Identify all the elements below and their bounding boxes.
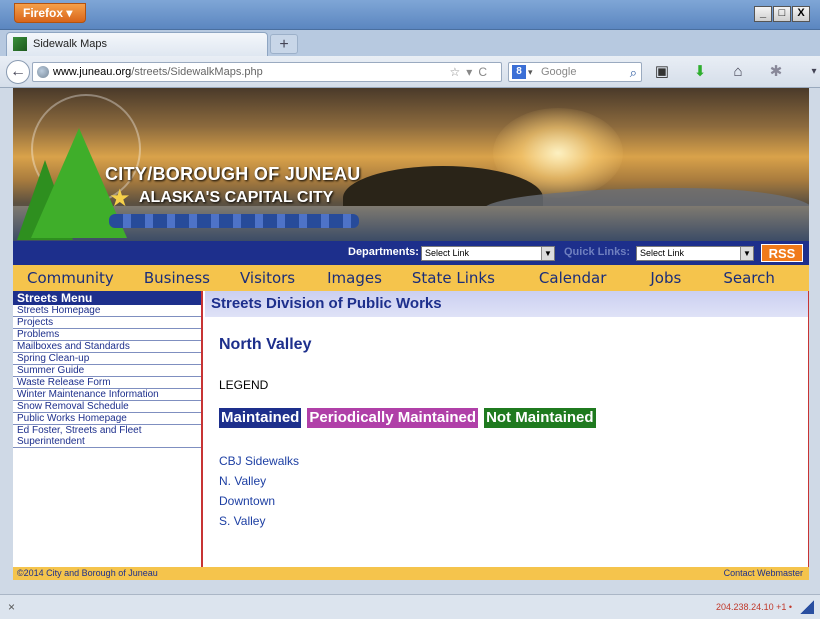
url-host: www.juneau.org — [53, 66, 132, 78]
bookmark-star-icon[interactable]: ☆ — [450, 65, 467, 79]
close-status-icon[interactable]: × — [8, 600, 15, 614]
sidebar-item-mailboxes[interactable]: Mailboxes and Standards — [13, 341, 201, 353]
quick-links-label: Quick Links: — [564, 246, 631, 258]
sidebar-heading: Streets Menu — [13, 291, 201, 305]
sidebar-item-projects[interactable]: Projects — [13, 317, 201, 329]
quick-links-select[interactable]: Select Link ▼ — [636, 246, 754, 261]
legend-tags: Maintained Periodically Maintained Not M… — [219, 408, 596, 428]
toolbar-icons: ▣ ⬇ ⌂ ✱ ▾ — [650, 62, 820, 82]
google-icon[interactable]: 8 — [512, 65, 526, 79]
link-cbj-sidewalks[interactable]: CBJ Sidewalks — [219, 451, 299, 471]
legend-maintained: Maintained — [219, 408, 302, 428]
contact-webmaster-link[interactable]: Contact Webmaster — [724, 567, 803, 580]
banner-title: CITY/BOROUGH OF JUNEAU — [105, 164, 361, 184]
search-bar[interactable]: 8 ▾ Google ⌕ — [508, 62, 642, 82]
juneau-banner: CITY/BOROUGH OF JUNEAU ★ ALASKA'S CAPITA… — [13, 88, 809, 241]
url-bar-icons: ☆▾C — [450, 63, 493, 81]
main-content: Streets Division of Public Works North V… — [205, 291, 809, 567]
tab-bar: Sidewalk Maps + — [0, 30, 820, 56]
back-arrow-icon: ← — [10, 63, 26, 80]
window-controls: _ □ X — [754, 6, 810, 22]
navigation-toolbar: ← www.juneau.org/streets/SidewalkMaps.ph… — [0, 56, 820, 88]
sidebar-item-waste-release[interactable]: Waste Release Form — [13, 377, 201, 389]
nav-calendar[interactable]: Calendar — [539, 265, 606, 291]
page-footer: ©2014 City and Borough of Juneau Contact… — [13, 567, 809, 580]
dropdown-icon[interactable]: ▾ — [466, 65, 478, 79]
legend-periodically-maintained: Periodically Maintained — [307, 408, 479, 428]
search-icon[interactable]: ⌕ — [630, 64, 637, 82]
legend-label: LEGEND — [219, 378, 269, 392]
url-path: /streets/SidewalkMaps.php — [131, 66, 263, 78]
juneau-favicon-icon — [13, 37, 27, 51]
maximize-button[interactable]: □ — [773, 6, 791, 22]
firefox-menu-label: Firefox — [23, 6, 64, 20]
url-bar[interactable]: www.juneau.org/streets/SidewalkMaps.php … — [32, 62, 502, 82]
minimize-button[interactable]: _ — [754, 6, 772, 22]
firefox-menu-button[interactable]: Firefox ▾ — [14, 3, 86, 23]
nav-state-links[interactable]: State Links — [412, 265, 495, 291]
reload-icon[interactable]: C — [478, 65, 493, 79]
download-arrow-icon[interactable]: ⬇ — [688, 62, 712, 82]
map-links: CBJ Sidewalks N. Valley Downtown S. Vall… — [219, 451, 299, 531]
server-ip-status: 204.238.24.10 +1 • — [716, 602, 792, 612]
department-bar: Departments: Select Link ▼ Quick Links: … — [13, 241, 809, 265]
banner-subtitle: ALASKA'S CAPITAL CITY — [139, 189, 334, 206]
logo-wave — [109, 214, 359, 228]
chevron-down-icon: ▼ — [541, 247, 554, 260]
departments-select-value: Select Link — [425, 248, 470, 258]
search-placeholder: Google — [541, 66, 577, 78]
search-engine-dropdown-icon[interactable]: ▾ — [528, 63, 533, 81]
sidebar-item-problems[interactable]: Problems — [13, 329, 201, 341]
page-title: North Valley — [219, 336, 312, 353]
top-navigation: Community Business Visitors Images State… — [13, 265, 809, 291]
content-border — [808, 291, 809, 567]
link-s-valley[interactable]: S. Valley — [219, 511, 299, 531]
legend-not-maintained: Not Maintained — [484, 408, 596, 428]
sidebar-item-summer-guide[interactable]: Summer Guide — [13, 365, 201, 377]
sidebar-item-snow-removal[interactable]: Snow Removal Schedule — [13, 401, 201, 413]
web-page: CITY/BOROUGH OF JUNEAU ★ ALASKA'S CAPITA… — [13, 88, 809, 580]
streets-sidebar: Streets Menu Streets Homepage Projects P… — [13, 291, 203, 567]
tab-sidewalk-maps[interactable]: Sidewalk Maps — [6, 32, 268, 56]
departments-label: Departments: — [348, 246, 419, 258]
status-bar: × 204.238.24.10 +1 • — [0, 594, 820, 619]
nav-jobs[interactable]: Jobs — [650, 265, 681, 291]
sidebar-item-streets-homepage[interactable]: Streets Homepage — [13, 305, 201, 317]
star-icon: ★ — [109, 185, 131, 212]
new-tab-button[interactable]: + — [270, 34, 298, 54]
sidebar-item-superintendent[interactable]: Ed Foster, Streets and Fleet Superintend… — [13, 425, 201, 448]
rss-button[interactable]: RSS — [761, 244, 803, 262]
nav-search[interactable]: Search — [723, 265, 775, 291]
nav-business[interactable]: Business — [144, 265, 210, 291]
nav-community[interactable]: Community — [27, 265, 114, 291]
menu-chevron-icon[interactable]: ▾ — [802, 62, 820, 82]
addon-icon[interactable]: ✱ — [764, 62, 788, 82]
nav-visitors[interactable]: Visitors — [240, 265, 295, 291]
back-button[interactable]: ← — [6, 60, 30, 84]
link-downtown[interactable]: Downtown — [219, 491, 299, 511]
resize-grip-icon[interactable] — [800, 600, 814, 614]
close-window-button[interactable]: X — [792, 6, 810, 22]
copyright-text: ©2014 City and Borough of Juneau — [17, 568, 158, 578]
globe-icon — [37, 66, 49, 78]
sidebar-item-public-works[interactable]: Public Works Homepage — [13, 413, 201, 425]
sidebar-item-spring-cleanup[interactable]: Spring Clean-up — [13, 353, 201, 365]
sidebar-item-winter-maintenance[interactable]: Winter Maintenance Information — [13, 389, 201, 401]
window-titlebar: Firefox ▾ _ □ X — [0, 0, 820, 30]
main-heading: Streets Division of Public Works — [205, 291, 809, 317]
quick-links-select-value: Select Link — [640, 248, 685, 258]
link-n-valley[interactable]: N. Valley — [219, 471, 299, 491]
chevron-down-icon: ▼ — [740, 247, 753, 260]
departments-select[interactable]: Select Link ▼ — [421, 246, 555, 261]
nav-images[interactable]: Images — [327, 265, 382, 291]
home-icon[interactable]: ⌂ — [726, 62, 750, 82]
tab-title: Sidewalk Maps — [33, 38, 107, 50]
downloads-menu-icon[interactable]: ▣ — [650, 62, 674, 82]
